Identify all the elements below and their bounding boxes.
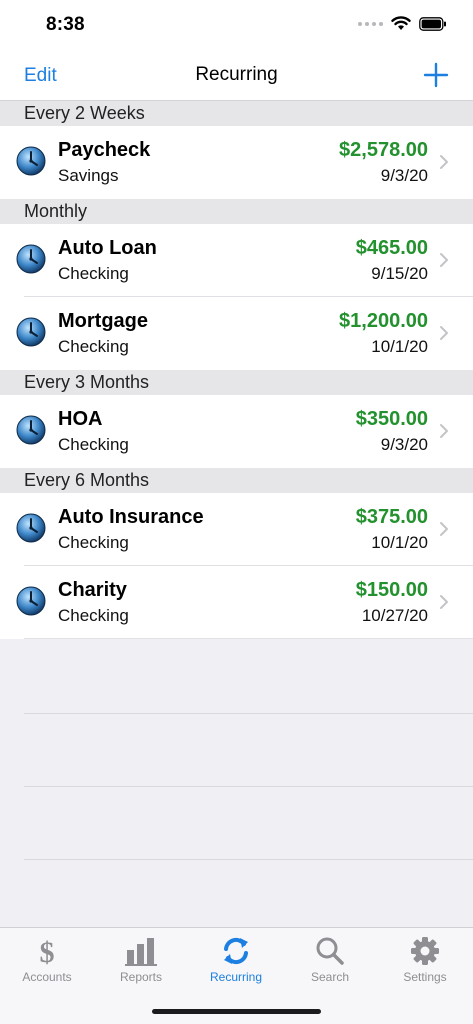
tab-label: Settings (403, 970, 447, 984)
bar-chart-icon (125, 938, 157, 966)
recurring-row[interactable]: Paycheck Savings $2,578.00 9/3/20 (0, 126, 473, 199)
status-icons (358, 16, 447, 31)
row-amount: $2,578.00 (339, 139, 428, 161)
chevron-right-icon (440, 424, 448, 438)
row-name: Paycheck (58, 139, 151, 161)
row-date: 10/27/20 (361, 606, 428, 625)
section-header: Every 3 Months (0, 370, 473, 395)
tab-reports[interactable]: Reports (94, 928, 188, 990)
clock-icon (16, 244, 46, 274)
row-amount: $1,200.00 (339, 310, 428, 332)
wifi-icon (391, 16, 411, 30)
refresh-icon (224, 937, 248, 965)
chevron-right-icon (440, 326, 448, 340)
clock-icon (16, 513, 46, 543)
row-date: 10/1/20 (371, 533, 428, 552)
recurring-row[interactable]: Auto Loan Checking $465.00 9/15/20 (0, 224, 473, 297)
row-divider (24, 638, 473, 639)
plus-icon[interactable] (421, 60, 451, 90)
recurring-list: Every 2 Weeks Paycheck Savings $2,578.00 9/3… (0, 101, 473, 639)
section-header: Every 6 Months (0, 468, 473, 493)
row-amount: $150.00 (355, 579, 428, 601)
tab-label: Recurring (209, 970, 263, 984)
signal-icon (358, 21, 383, 26)
clock-icon (16, 317, 46, 347)
tab-settings[interactable]: Settings (378, 928, 472, 990)
recurring-row[interactable]: Mortgage Checking $1,200.00 10/1/20 (0, 297, 473, 370)
row-date: 10/1/20 (371, 337, 428, 356)
row-date: 9/3/20 (380, 435, 428, 454)
nav-bar: Edit Recurring (0, 50, 473, 101)
chevron-right-icon (440, 253, 448, 267)
search-icon (316, 937, 344, 965)
clock-icon (16, 415, 46, 445)
gear-icon (411, 937, 439, 965)
tab-accounts[interactable]: $ Accounts (0, 928, 94, 990)
tab-label: Accounts (22, 970, 72, 984)
empty-row-divider (24, 786, 473, 787)
clock-icon (16, 586, 46, 616)
row-amount: $465.00 (355, 237, 428, 259)
dollar-icon: $ (40, 936, 55, 966)
empty-row-divider (24, 859, 473, 860)
row-account: Checking (58, 435, 129, 454)
chevron-right-icon (440, 155, 448, 169)
row-name: Auto Insurance (58, 506, 204, 528)
row-name: Charity (58, 579, 127, 601)
section-header: Every 2 Weeks (0, 101, 473, 126)
tab-label: Reports (119, 970, 163, 984)
tab-search[interactable]: Search (283, 928, 377, 990)
battery-icon (419, 16, 446, 31)
clock-icon (16, 146, 46, 176)
empty-row-divider (24, 713, 473, 714)
svg-text:$: $ (40, 936, 55, 966)
recurring-row[interactable]: HOA Checking $350.00 9/3/20 (0, 395, 473, 468)
row-name: Mortgage (58, 310, 148, 332)
row-name: Auto Loan (58, 237, 157, 259)
row-account: Checking (58, 606, 129, 625)
row-amount: $375.00 (355, 506, 428, 528)
page-title: Recurring (195, 64, 278, 85)
row-amount: $350.00 (355, 408, 428, 430)
row-account: Checking (58, 264, 129, 283)
row-account: Savings (58, 166, 119, 185)
row-account: Checking (58, 533, 129, 552)
status-time: 8:38 (46, 14, 85, 35)
chevron-right-icon (440, 522, 448, 536)
section-header: Monthly (0, 199, 473, 224)
row-name: HOA (58, 408, 103, 430)
status-bar: 8:38 (0, 0, 473, 50)
home-indicator (152, 1009, 321, 1014)
row-date: 9/3/20 (380, 166, 428, 185)
row-date: 9/15/20 (371, 264, 428, 283)
chevron-right-icon (440, 595, 448, 609)
tab-recurring[interactable]: Recurring (189, 928, 283, 990)
row-account: Checking (58, 337, 129, 356)
recurring-row[interactable]: Auto Insurance Checking $375.00 10/1/20 (0, 493, 473, 566)
recurring-row[interactable]: Charity Checking $150.00 10/27/20 (0, 566, 473, 639)
tab-label: Search (310, 970, 350, 984)
